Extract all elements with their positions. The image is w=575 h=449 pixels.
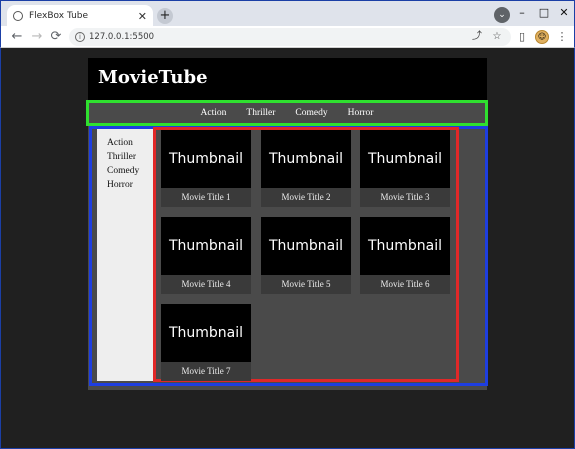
movie-card[interactable]: Thumbnail Movie Title 6 [360,217,450,294]
address-bar[interactable]: i 127.0.0.1:5500 ⤴ ☆ [69,28,511,46]
topnav-item-thriller[interactable]: Thriller [246,108,275,118]
movie-title[interactable]: Movie Title 7 [161,362,251,381]
topnav-item-comedy[interactable]: Comedy [295,108,327,118]
movie-title[interactable]: Movie Title 5 [261,275,351,294]
site-header: MovieTube [88,58,487,100]
forward-icon[interactable]: → [29,29,45,45]
movie-card[interactable]: Thumbnail Movie Title 5 [261,217,351,294]
movie-title[interactable]: Movie Title 1 [161,188,251,207]
topnav-item-action[interactable]: Action [201,108,227,118]
topnav-item-horror[interactable]: Horror [348,108,374,118]
movie-thumbnail[interactable]: Thumbnail [161,304,251,362]
movie-title[interactable]: Movie Title 6 [360,275,450,294]
movie-thumbnail[interactable]: Thumbnail [261,130,351,188]
new-tab-button[interactable]: + [157,8,173,24]
close-window-icon[interactable]: ✕ [555,5,573,21]
movie-thumbnail[interactable]: Thumbnail [161,217,251,275]
address-text: 127.0.0.1:5500 [89,32,155,42]
globe-icon [13,11,23,21]
movie-thumbnail[interactable]: Thumbnail [161,130,251,188]
sidebar-item-action[interactable]: Action [107,138,133,148]
movie-card[interactable]: Thumbnail Movie Title 7 [161,304,251,381]
movie-card[interactable]: Thumbnail Movie Title 4 [161,217,251,294]
browser-titlebar: FlexBox Tube ✕ + ⌄ – □ ✕ [0,0,575,27]
star-icon[interactable]: ☆ [491,28,503,46]
avatar[interactable]: ☺ [535,30,549,44]
close-tab-icon[interactable]: ✕ [138,10,147,23]
maximize-icon[interactable]: □ [535,5,553,21]
movie-card[interactable]: Thumbnail Movie Title 2 [261,130,351,207]
movie-card[interactable]: Thumbnail Movie Title 1 [161,130,251,207]
sidebar-item-horror[interactable]: Horror [107,180,133,190]
movie-thumbnail[interactable]: Thumbnail [360,130,450,188]
side-panel-icon[interactable]: ▯ [515,29,529,45]
browser-tab-active[interactable]: FlexBox Tube ✕ [7,5,153,27]
movie-title[interactable]: Movie Title 2 [261,188,351,207]
tab-search-icon[interactable]: ⌄ [494,7,510,23]
browser-toolbar: ← → ⟳ i 127.0.0.1:5500 ⤴ ☆ ▯ ☺ ⋮ [0,26,575,48]
sidebar-item-thriller[interactable]: Thriller [107,152,136,162]
site-title: MovieTube [98,67,208,88]
movie-thumbnail[interactable]: Thumbnail [261,217,351,275]
top-navigation: Action Thriller Comedy Horror [86,100,488,126]
minimize-icon[interactable]: – [513,5,531,21]
movie-card[interactable]: Thumbnail Movie Title 3 [360,130,450,207]
kebab-menu-icon[interactable]: ⋮ [555,29,569,45]
sidebar: Action Thriller Comedy Horror [97,129,153,381]
share-icon[interactable]: ⤴ [471,28,483,46]
back-icon[interactable]: ← [9,29,25,45]
movie-title[interactable]: Movie Title 3 [360,188,450,207]
reload-icon[interactable]: ⟳ [48,29,64,45]
tab-title: FlexBox Tube [29,11,89,21]
sidebar-item-comedy[interactable]: Comedy [107,166,139,176]
info-icon[interactable]: i [75,32,85,42]
movie-thumbnail[interactable]: Thumbnail [360,217,450,275]
movie-title[interactable]: Movie Title 4 [161,275,251,294]
